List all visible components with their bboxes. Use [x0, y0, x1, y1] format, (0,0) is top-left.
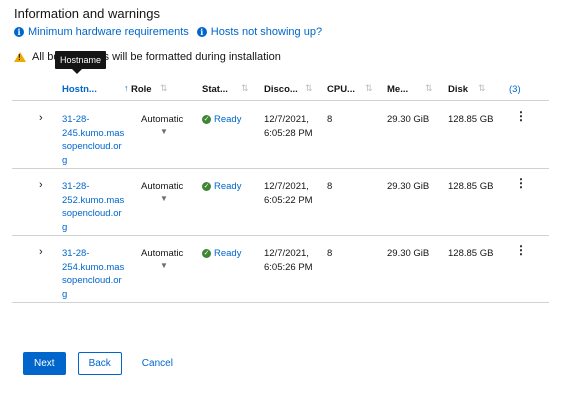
sort-icon[interactable]: ⇅: [365, 83, 373, 94]
role-dropdown[interactable]: Automatic ▼: [141, 113, 183, 138]
hostname-line: sopencloud.or: [62, 208, 122, 219]
row-actions-kebab-icon[interactable]: ⋮: [515, 243, 527, 258]
status-ready[interactable]: ✓ Ready: [202, 247, 241, 261]
column-header-discovered[interactable]: Disco...: [264, 84, 298, 95]
next-button[interactable]: Next: [23, 352, 66, 375]
table-row: › 31-28- 254.kumo.mas sopencloud.or g Au…: [12, 236, 549, 303]
role-value: Automatic: [141, 114, 184, 125]
expand-row-chevron-icon[interactable]: ›: [39, 246, 43, 258]
column-header-cpu[interactable]: CPU...: [327, 84, 355, 95]
disk-value: 128.85 GB: [448, 114, 494, 125]
row-actions-kebab-icon[interactable]: ⋮: [515, 109, 527, 124]
column-header-role[interactable]: Role: [131, 84, 152, 95]
row-actions-kebab-icon[interactable]: ⋮: [515, 176, 527, 191]
min-hardware-requirements-label: Minimum hardware requirements: [28, 26, 189, 38]
hostname-link[interactable]: 31-28- 252.kumo.mas sopencloud.or g: [62, 180, 125, 234]
hostname-line: g: [62, 221, 68, 233]
memory-value: 29.30 GiB: [387, 181, 430, 192]
hostname-line: sopencloud.or: [62, 141, 122, 152]
sort-icon[interactable]: ⇅: [478, 83, 486, 94]
role-value: Automatic: [141, 248, 184, 259]
table-row: › 31-28- 252.kumo.mas sopencloud.or g Au…: [12, 169, 549, 236]
status-label: Ready: [214, 181, 242, 192]
table-header: Hostn... ↑ Role ⇅ Stat... ⇅ Disco... ⇅ C…: [12, 77, 549, 101]
info-icon: i: [14, 27, 24, 37]
check-circle-icon: ✓: [202, 115, 211, 125]
column-header-memory[interactable]: Me...: [387, 84, 408, 95]
status-label: Ready: [214, 114, 242, 125]
hostname-line: 245.kumo.mas: [62, 127, 125, 139]
hostname-tooltip: Hostname: [55, 51, 107, 74]
status-ready[interactable]: ✓ Ready: [202, 180, 241, 194]
memory-value: 29.30 GiB: [387, 248, 430, 259]
status-ready[interactable]: ✓ Ready: [202, 113, 241, 127]
role-value: Automatic: [141, 181, 184, 192]
discovered-clock: 6:05:26 PM: [264, 261, 313, 273]
expand-row-chevron-icon[interactable]: ›: [39, 179, 43, 191]
section-title: Information and warnings: [14, 6, 160, 21]
sort-icon[interactable]: ⇅: [160, 83, 168, 94]
back-button[interactable]: Back: [77, 352, 122, 375]
hostname-line: g: [62, 154, 68, 166]
hostname-line: 31-28-: [62, 114, 90, 125]
hostname-line: 252.kumo.mas: [62, 194, 125, 206]
sort-ascending-icon[interactable]: ↑: [124, 83, 129, 93]
caret-down-icon: ▼: [160, 260, 168, 270]
hosts-not-showing-label: Hosts not showing up?: [210, 26, 323, 38]
hostname-line: 31-28-: [62, 248, 90, 259]
status-label: Ready: [214, 248, 242, 259]
discovered-time: 12/7/2021, 6:05:22 PM: [264, 180, 313, 207]
hostname-link[interactable]: 31-28- 245.kumo.mas sopencloud.or g: [62, 113, 125, 167]
column-header-disk[interactable]: Disk: [448, 84, 468, 95]
warning-icon: !: [14, 52, 26, 62]
wizard-footer: Next Back Cancel: [23, 352, 181, 375]
cpu-count: 8: [327, 114, 333, 125]
caret-down-icon: ▼: [160, 126, 168, 136]
hostname-line: sopencloud.or: [62, 275, 122, 286]
role-dropdown[interactable]: Automatic ▼: [141, 180, 183, 205]
hostname-link[interactable]: 31-28- 254.kumo.mas sopencloud.or g: [62, 247, 125, 301]
expand-row-chevron-icon[interactable]: ›: [39, 112, 43, 124]
column-header-hostname[interactable]: Hostn...: [62, 84, 97, 95]
disk-value: 128.85 GB: [448, 181, 494, 192]
column-header-status[interactable]: Stat...: [202, 84, 228, 95]
column-management-count[interactable]: (3): [509, 84, 521, 95]
table-row: › 31-28- 245.kumo.mas sopencloud.or g Au…: [12, 102, 549, 169]
sort-icon[interactable]: ⇅: [425, 83, 433, 94]
hosts-not-showing-link[interactable]: i Hosts not showing up?: [196, 26, 323, 38]
disk-value: 128.85 GB: [448, 248, 494, 259]
sort-icon[interactable]: ⇅: [305, 83, 313, 94]
memory-value: 29.30 GiB: [387, 114, 430, 125]
check-circle-icon: ✓: [202, 182, 211, 192]
discovered-date: 12/7/2021,: [264, 248, 309, 259]
info-icon: i: [196, 27, 207, 37]
discovered-date: 12/7/2021,: [264, 114, 309, 125]
role-dropdown[interactable]: Automatic ▼: [141, 247, 183, 272]
hostname-line: 31-28-: [62, 181, 90, 192]
discovered-time: 12/7/2021, 6:05:28 PM: [264, 113, 313, 140]
warning-text-suffix: s will be formatted during installation: [103, 51, 281, 63]
cpu-count: 8: [327, 248, 333, 259]
hostname-line: g: [62, 288, 68, 300]
discovered-clock: 6:05:28 PM: [264, 127, 313, 139]
caret-down-icon: ▼: [160, 193, 168, 203]
discovered-time: 12/7/2021, 6:05:26 PM: [264, 247, 313, 274]
discovered-clock: 6:05:22 PM: [264, 194, 313, 206]
check-circle-icon: ✓: [202, 249, 211, 259]
cpu-count: 8: [327, 181, 333, 192]
hostname-line: 254.kumo.mas: [62, 261, 125, 273]
cancel-button[interactable]: Cancel: [134, 352, 181, 375]
sort-icon[interactable]: ⇅: [241, 83, 249, 94]
info-links: i Minimum hardware requirements i Hosts …: [14, 26, 324, 38]
min-hardware-requirements-link[interactable]: i Minimum hardware requirements: [14, 26, 189, 38]
discovered-date: 12/7/2021,: [264, 181, 309, 192]
